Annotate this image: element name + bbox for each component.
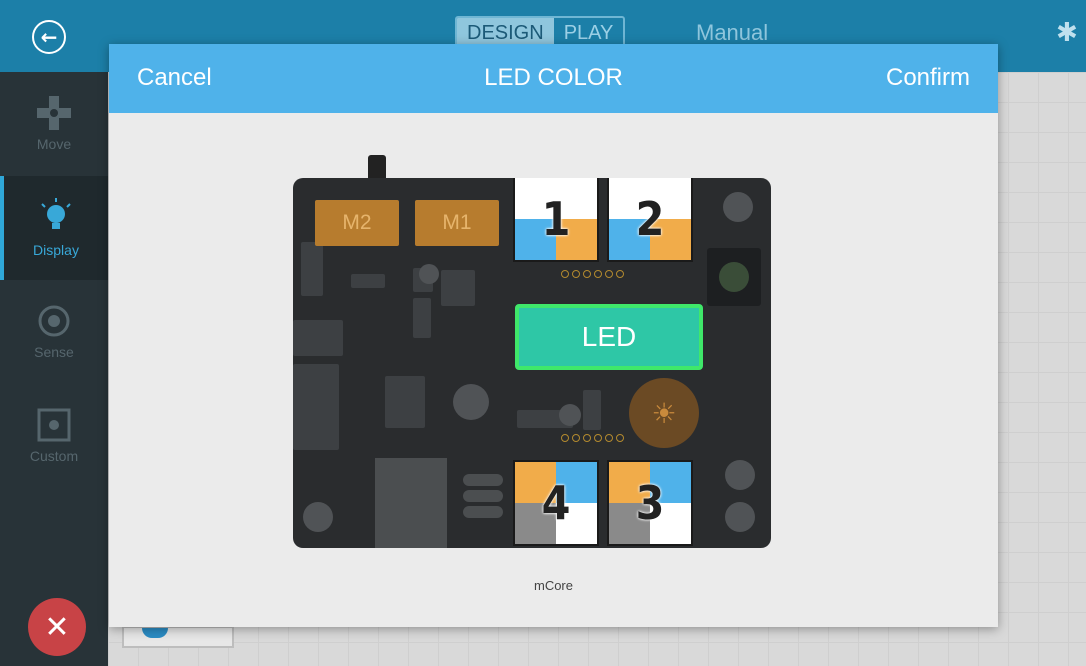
board-caption: mCore [533,578,573,593]
mounting-hole [725,502,755,532]
motor-port-m1[interactable]: M1 [415,200,499,246]
sidebar-item-label: Move [36,136,72,152]
led-number: 3 [635,476,665,530]
bluetooth-icon[interactable]: ✱ [1056,18,1078,48]
sidebar-item-label: Sense [34,344,74,360]
back-arrow-icon[interactable]: ← [32,20,66,54]
rgb-led-1[interactable]: 1 [513,178,599,262]
custom-icon [37,408,71,442]
motor-port-m2[interactable]: M2 [315,200,399,246]
bulb-icon [41,198,71,229]
tab-design[interactable]: DESIGN [457,18,554,46]
sidebar-item-display[interactable]: Display [0,176,108,280]
sidebar-item-custom[interactable]: Custom [0,384,108,488]
led-number: 2 [635,192,665,246]
sidebar-item-sense[interactable]: Sense [0,280,108,384]
board-chip [385,376,425,428]
board-chip [301,242,323,296]
manual-label[interactable]: Manual [696,20,768,46]
board-chip [351,274,385,288]
rgb-led-3[interactable]: 3 [607,460,693,546]
sidebar: Move Display Sense Custom [0,72,108,666]
close-icon[interactable]: ✕ [28,598,86,656]
usb-port [375,458,447,548]
onboard-button [707,248,761,306]
canvas-block[interactable] [122,626,234,648]
led-number: 1 [541,192,571,246]
dialog-title: LED COLOR [484,64,623,91]
light-sensor-icon[interactable]: ☀ [629,378,699,448]
tab-play[interactable]: PLAY [554,18,624,46]
toggle-knob [142,628,168,638]
sidebar-item-label: Display [33,242,79,258]
board-chip [413,298,431,338]
rgb-led-2[interactable]: 2 [607,178,693,262]
sidebar-item-label: Custom [29,448,79,464]
led-number: 4 [541,476,571,530]
led-all-button[interactable]: LED [515,304,703,370]
led-color-dialog: Cancel LED COLOR Confirm M2 M1 1 2 4 3 L… [109,44,998,627]
board-capacitor [453,384,489,420]
gamepad-icon [37,96,71,130]
dialog-header: Cancel LED COLOR Confirm [109,44,998,113]
sidebar-item-move[interactable]: Move [0,72,108,176]
board-chip [293,364,339,450]
board-chip [441,270,475,306]
jumper-pins [463,474,503,524]
board-capacitor [559,404,581,426]
board-chip [583,390,601,430]
rgb-led-4[interactable]: 4 [513,460,599,546]
board-capacitor [419,264,439,284]
mounting-hole [303,502,333,532]
board-chip [293,320,343,356]
mcore-board: M2 M1 1 2 4 3 LED ☀ [293,178,771,548]
confirm-button[interactable]: Confirm [886,64,970,92]
pin-row [561,270,624,278]
sensor-icon [38,305,70,337]
buzzer [725,460,755,490]
mounting-hole [723,192,753,222]
pin-row [561,434,624,442]
